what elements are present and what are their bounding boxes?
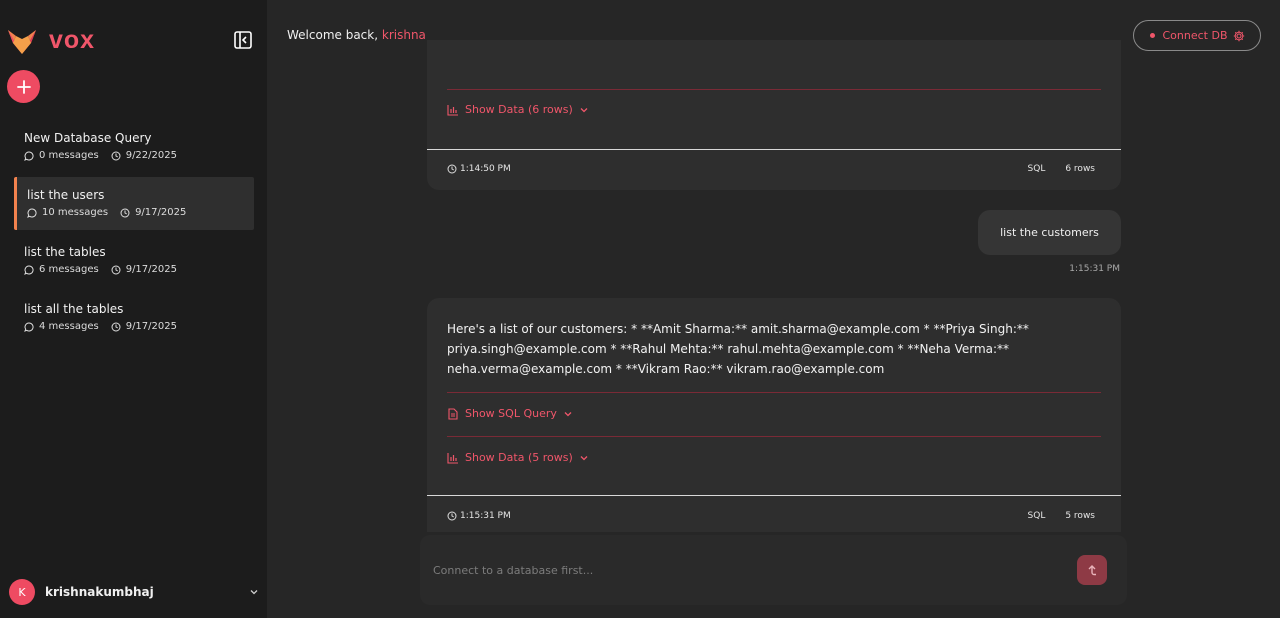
assistant-response-card: Show Data (6 rows) 1:14:50 PM SQL 6 rows <box>427 40 1121 190</box>
clock-icon <box>120 208 130 217</box>
welcome-message: Welcome back, krishna <box>287 28 426 42</box>
show-sql-query-toggle[interactable]: Show SQL Query <box>447 407 573 420</box>
divider <box>447 436 1101 437</box>
show-data-label: Show Data (6 rows) <box>465 103 573 116</box>
query-type-badge: SQL <box>1027 511 1046 521</box>
assistant-message-text: Here's a list of our customers: * **Amit… <box>447 322 1029 376</box>
connect-db-label: Connect DB <box>1162 29 1228 42</box>
chevron-down-icon <box>580 107 588 112</box>
message-composer <box>420 535 1127 605</box>
show-data-toggle[interactable]: Show Data (6 rows) <box>447 103 589 116</box>
message-footer: 1:15:31 PM SQL 5 rows <box>447 511 1095 521</box>
chat-item-list-all-the-tables[interactable]: list all the tables 4 messages 9/17/2025 <box>14 291 254 344</box>
sidebar-collapse-icon <box>234 31 252 49</box>
row-count-badge: 5 rows <box>1065 511 1095 521</box>
clock-icon <box>111 265 121 274</box>
chat-title: New Database Query <box>24 131 152 145</box>
connect-db-button[interactable]: Connect DB <box>1133 20 1261 51</box>
chat-title: list the tables <box>24 245 106 259</box>
show-data-label: Show Data (5 rows) <box>465 451 573 464</box>
message-icon <box>24 321 34 332</box>
chat-date: 9/17/2025 <box>125 321 177 332</box>
welcome-prefix: Welcome back, <box>287 28 379 42</box>
footer-divider <box>427 149 1121 150</box>
username: krishnakumbhaj <box>45 585 154 599</box>
message-count: 10 messages <box>42 207 109 218</box>
logo: vox <box>7 26 95 55</box>
chat-meta: 10 messages 9/17/2025 <box>27 207 254 218</box>
chat-date: 9/22/2025 <box>125 150 177 161</box>
chat-item-new-database-query[interactable]: New Database Query 0 messages 9/22/2025 <box>14 120 254 173</box>
message-count: 4 messages <box>39 321 99 332</box>
avatar: K <box>9 579 35 605</box>
fox-logo-icon <box>8 29 36 54</box>
gear-icon <box>1233 30 1244 41</box>
welcome-user-name: krishna <box>381 28 426 42</box>
show-data-toggle[interactable]: Show Data (5 rows) <box>447 451 589 464</box>
chat-title: list the users <box>27 188 105 202</box>
chat-date: 9/17/2025 <box>125 264 177 275</box>
chevron-down-icon <box>580 455 588 460</box>
chat-date: 9/17/2025 <box>135 207 187 218</box>
new-chat-button[interactable] <box>7 70 40 103</box>
collapse-sidebar-button[interactable] <box>233 30 253 50</box>
chat-history-list: New Database Query 0 messages 9/22/2025 … <box>14 120 254 348</box>
assistant-response-card: Here's a list of our customers: * **Amit… <box>427 298 1121 532</box>
clock-icon <box>447 511 457 521</box>
footer-divider <box>427 495 1121 496</box>
message-time: 1:15:31 PM <box>460 511 511 521</box>
chat-meta: 6 messages 9/17/2025 <box>24 264 254 275</box>
show-sql-label: Show SQL Query <box>465 407 557 420</box>
message-count: 6 messages <box>39 264 99 275</box>
chat-title: list all the tables <box>24 302 124 316</box>
user-message-time: 1:15:31 PM <box>1069 264 1120 274</box>
plus-icon <box>16 79 31 94</box>
chat-item-list-the-users[interactable]: list the users 10 messages 9/17/2025 <box>14 177 254 230</box>
clock-icon <box>111 151 121 160</box>
bar-chart-icon <box>447 104 458 116</box>
chat-meta: 4 messages 9/17/2025 <box>24 321 254 332</box>
message-icon <box>27 207 37 218</box>
send-arrow-icon <box>1088 565 1096 576</box>
document-icon <box>448 407 458 420</box>
bar-chart-icon <box>447 452 458 464</box>
chat-item-list-the-tables[interactable]: list the tables 6 messages 9/17/2025 <box>14 234 254 287</box>
message-input[interactable] <box>433 561 1033 579</box>
user-menu[interactable]: K krishnakumbhaj <box>9 579 259 605</box>
query-type-badge: SQL <box>1027 164 1046 174</box>
row-count-badge: 6 rows <box>1065 164 1095 174</box>
clock-icon <box>111 322 121 331</box>
chat-meta: 0 messages 9/22/2025 <box>24 150 254 161</box>
status-dot <box>1149 33 1155 38</box>
chevron-down-icon <box>564 411 572 416</box>
message-time: 1:14:50 PM <box>460 164 511 174</box>
message-count: 0 messages <box>39 150 99 161</box>
user-message-bubble: list the customers <box>978 210 1121 255</box>
brand-name: vox <box>49 26 96 54</box>
divider <box>447 89 1101 90</box>
send-button[interactable] <box>1077 555 1107 585</box>
divider <box>447 392 1101 393</box>
message-footer: 1:14:50 PM SQL 6 rows <box>447 164 1095 174</box>
message-icon <box>24 264 34 275</box>
sidebar: vox New Database Query 0 messages 9/22/2… <box>0 0 267 618</box>
user-message-text: list the customers <box>1000 226 1099 239</box>
message-icon <box>24 150 34 161</box>
clock-icon <box>447 164 457 174</box>
chevron-down-icon <box>250 590 258 595</box>
